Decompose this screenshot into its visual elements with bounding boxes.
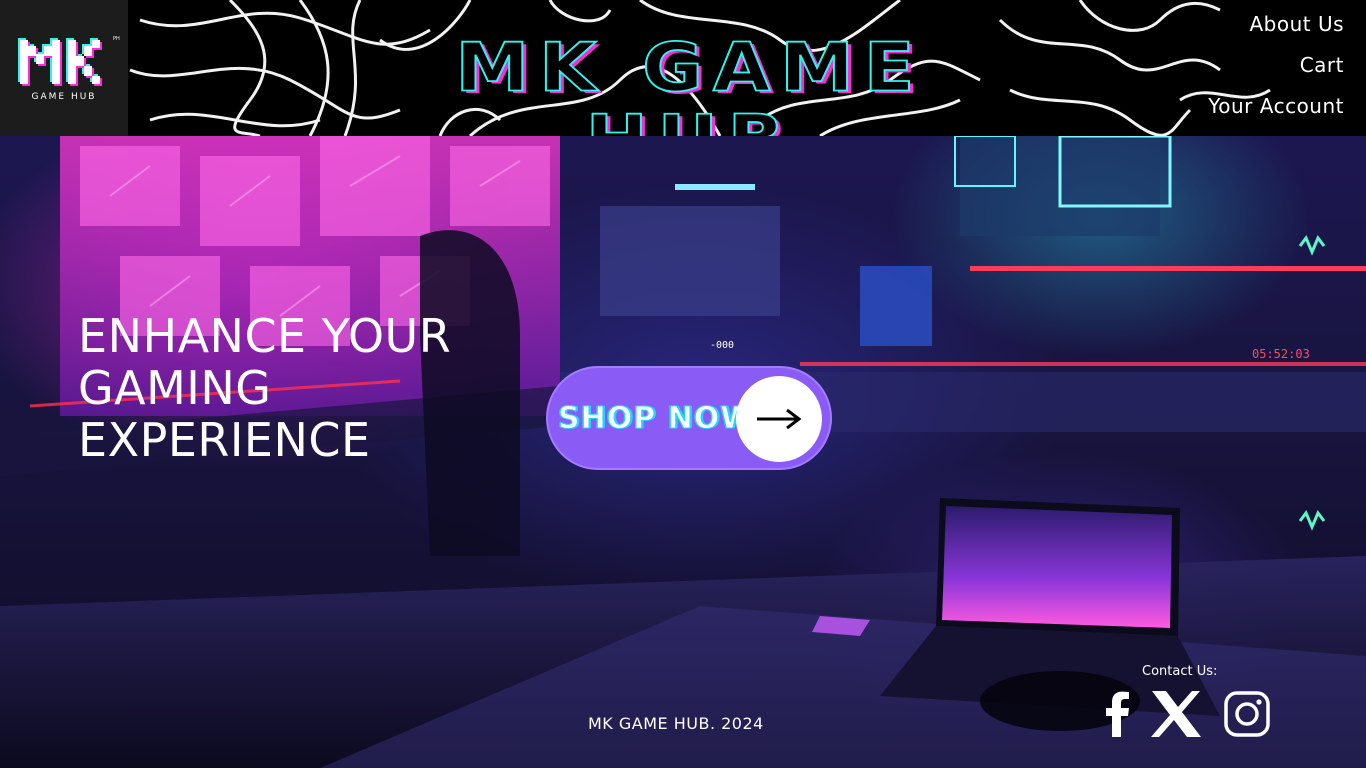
hero-headline: ENHANCE YOUR GAMING EXPERIENCE xyxy=(78,310,558,466)
hero-headline-line-3: EXPERIENCE xyxy=(78,413,371,467)
site-title: MK GAME HUB xyxy=(455,29,925,136)
hero-section: 05:52:03 -000 ENHANCE YOUR GAMING EXPERI… xyxy=(0,136,1366,768)
logo-subtitle: GAME HUB xyxy=(31,92,97,102)
mk-logo-icon xyxy=(18,38,102,86)
logo-region-badge: PH xyxy=(113,36,120,42)
shop-now-label: SHOP NOW xyxy=(557,400,755,436)
facebook-link[interactable] xyxy=(1100,688,1136,740)
nav-your-account[interactable]: Your Account xyxy=(1208,94,1344,118)
contact-us-label: Contact Us: xyxy=(1142,664,1218,679)
footer-copyright: MK GAME HUB. 2024 xyxy=(588,714,764,733)
x-icon xyxy=(1151,691,1201,737)
site-logo[interactable]: PH GAME HUB xyxy=(0,0,128,136)
hero-headline-line-2: GAMING xyxy=(78,361,272,415)
instagram-link[interactable] xyxy=(1222,688,1272,740)
nav-cart[interactable]: Cart xyxy=(1208,53,1344,77)
social-links xyxy=(1100,688,1276,740)
facebook-icon xyxy=(1106,691,1129,737)
x-link[interactable] xyxy=(1148,688,1204,740)
desk-clock-display: 05:52:03 xyxy=(1252,347,1310,361)
hero-headline-line-1: ENHANCE YOUR xyxy=(78,309,452,363)
instagram-icon xyxy=(1224,691,1270,737)
monitor-readout: -000 xyxy=(710,340,734,351)
shop-now-arrow-circle xyxy=(736,376,822,462)
nav-about-us[interactable]: About Us xyxy=(1208,12,1344,36)
shop-now-button[interactable]: SHOP NOW xyxy=(546,366,832,470)
arrow-right-icon xyxy=(757,408,802,430)
main-nav: About Us Cart Your Account xyxy=(1208,12,1344,118)
site-header: PH GAME HUB MK GAME HUB About Us Cart Yo… xyxy=(0,0,1366,136)
